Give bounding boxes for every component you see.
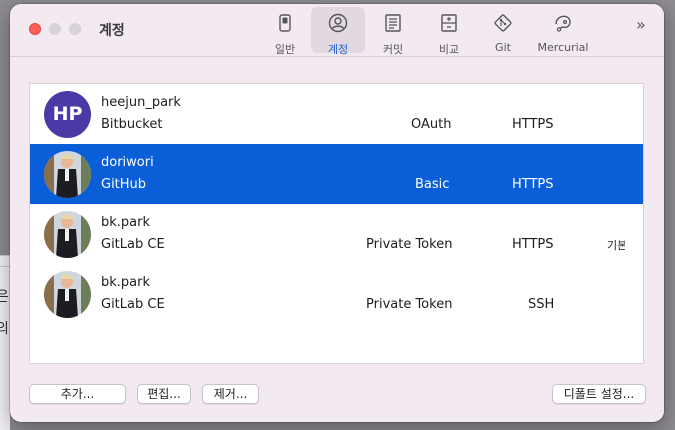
account-username: doriwori	[101, 155, 154, 170]
toolbar-overflow-icon[interactable]: »	[636, 15, 646, 34]
accounts-list[interactable]: HP heejun_park Bitbucket OAuth HTTPS dor…	[29, 83, 644, 364]
tab-mercurial[interactable]: Mercurial	[533, 7, 593, 54]
tab-label: 커밋	[382, 43, 404, 56]
avatar-photo-icon	[44, 211, 91, 258]
account-row[interactable]: HP heejun_park Bitbucket OAuth HTTPS	[30, 84, 643, 144]
tab-compare[interactable]: 비교	[424, 7, 474, 56]
tab-label: Git	[495, 41, 511, 54]
account-auth: Private Token	[366, 237, 453, 252]
add-account-button[interactable]: 추가...	[29, 384, 126, 404]
account-protocol: HTTPS	[512, 237, 554, 252]
avatar	[44, 271, 91, 318]
account-protocol: HTTPS	[512, 117, 554, 132]
edit-account-button[interactable]: 편집...	[137, 384, 191, 404]
zoom-window-button[interactable]	[69, 23, 81, 35]
account-auth: Basic	[415, 177, 450, 192]
account-protocol: HTTPS	[512, 177, 554, 192]
tab-general[interactable]: 일반	[260, 7, 310, 56]
close-window-button[interactable]	[29, 23, 41, 35]
account-row[interactable]: doriwori GitHub Basic HTTPS	[30, 144, 643, 204]
mercurial-icon	[555, 15, 571, 32]
account-host: GitLab CE	[101, 297, 165, 312]
set-default-button[interactable]: 디폴트 설정...	[552, 384, 646, 404]
tab-label: 일반	[274, 43, 296, 56]
account-auth: Private Token	[366, 297, 453, 312]
tab-label: 계정	[327, 43, 349, 56]
account-auth: OAuth	[411, 117, 452, 132]
account-protocol: SSH	[528, 297, 555, 312]
account-username: bk.park	[101, 215, 151, 230]
tab-accounts[interactable]: 계정	[311, 7, 365, 56]
remove-account-button[interactable]: 제거...	[202, 384, 259, 404]
avatar	[44, 151, 91, 198]
git-icon	[494, 14, 512, 32]
background-text: 은	[0, 289, 9, 305]
window-toolbar: 계정 일반 계정 커밋 비교 Git Mercurial »	[10, 4, 664, 57]
default-badge: 기본	[607, 239, 625, 252]
background-window-edge: 은 의	[0, 255, 10, 430]
avatar-photo-icon	[44, 271, 91, 318]
compare-icon	[441, 14, 457, 32]
account-host: Bitbucket	[101, 117, 163, 132]
switch-icon	[279, 14, 291, 32]
account-username: bk.park	[101, 275, 151, 290]
account-row[interactable]: bk.park GitLab CE Private Token HTTPS 기본	[30, 204, 643, 264]
tab-label: 비교	[438, 43, 460, 56]
account-host: GitHub	[101, 177, 147, 192]
account-row[interactable]: bk.park GitLab CE Private Token SSH	[30, 264, 643, 324]
background-text: 의	[0, 321, 9, 337]
avatar	[44, 211, 91, 258]
account-host: GitLab CE	[101, 237, 165, 252]
account-username: heejun_park	[101, 95, 181, 110]
avatar-photo-icon	[44, 151, 91, 198]
tab-commit[interactable]: 커밋	[368, 7, 418, 56]
minimize-window-button[interactable]	[49, 23, 61, 35]
tab-label: Mercurial	[537, 41, 589, 54]
tab-git[interactable]: Git	[478, 7, 528, 54]
window-title: 계정	[99, 23, 125, 39]
person-circle-icon	[328, 13, 348, 33]
document-lines-icon	[385, 14, 401, 32]
preferences-window: 계정 일반 계정 커밋 비교 Git Mercurial » HP heejun…	[10, 4, 664, 422]
avatar: HP	[44, 91, 91, 138]
